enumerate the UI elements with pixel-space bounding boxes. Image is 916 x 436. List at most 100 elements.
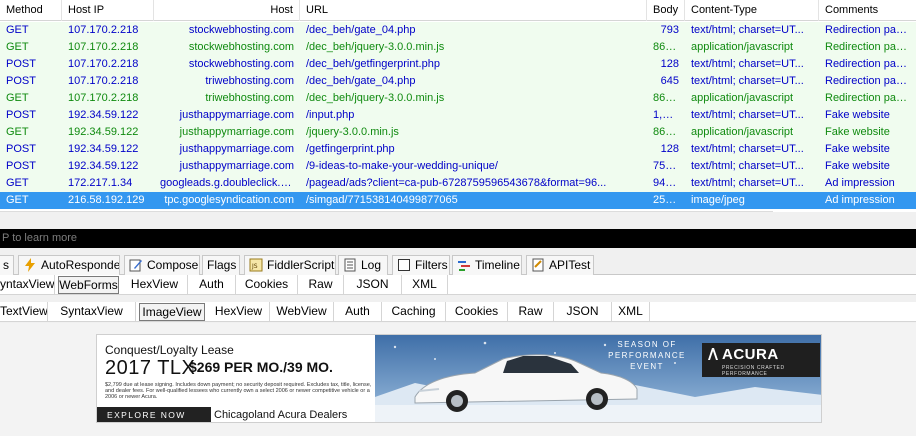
req-tab-cookies[interactable]: Cookies (236, 275, 298, 295)
column-header-host[interactable]: Host (154, 0, 300, 21)
table-row[interactable]: POST 107.170.2.218 triwebhosting.com/dec_b… (0, 73, 916, 90)
table-row[interactable]: GET 107.170.2.218 triwebhosting.com/dec_be… (0, 90, 916, 107)
checkbox-icon (397, 258, 411, 272)
column-header-method[interactable]: Method (0, 0, 62, 21)
cell-method: GET (6, 41, 29, 53)
tab-apitest[interactable]: APITest (526, 255, 594, 275)
cell-type: text/html; charset=UT... (691, 160, 804, 172)
cell-comment: Fake website (825, 126, 890, 138)
cell-ip: 192.34.59.122 (68, 126, 139, 138)
log-icon (343, 258, 357, 272)
banner-season-line2: PERFORMANCE (608, 351, 686, 360)
table-row[interactable]: POST 192.34.59.122 justhappymarriage.com/i… (0, 107, 916, 124)
req-tab-auth[interactable]: Auth (188, 275, 236, 295)
resp-tab-xml[interactable]: XML (612, 302, 650, 322)
cell-url: /dec_beh/gate_04.php (306, 75, 416, 87)
resp-tab-raw[interactable]: Raw (508, 302, 554, 322)
column-header-content-type[interactable]: Content-Type (685, 0, 819, 21)
cell-ip: 107.170.2.218 (68, 58, 139, 70)
column-header-comments[interactable]: Comments (819, 0, 916, 21)
cell-type: text/html; charset=UT... (691, 75, 804, 87)
req-tab-webforms[interactable]: WebForms (58, 276, 119, 294)
pencil-icon (129, 258, 143, 272)
banner-brand-name: ACURA (722, 346, 779, 363)
tab-label: Log (361, 258, 382, 272)
cell-body: 128 (660, 58, 679, 70)
timeline-icon (457, 258, 471, 272)
cell-url: /jquery-3.0.0.min.js (306, 126, 399, 138)
banner-season-line3: EVENT (630, 362, 664, 371)
cell-ip: 192.34.59.122 (68, 143, 139, 155)
cell-host: triwebhosting.com (205, 75, 294, 87)
banner-brand-tagline: PRECISION CRAFTED PERFORMANCE (722, 365, 785, 377)
grid-header: Method Host IP Host URL Body Content-Typ… (0, 0, 916, 21)
cell-comment: Redirection panel (825, 58, 911, 70)
cell-body: 128 (660, 143, 679, 155)
resp-tab-json[interactable]: JSON (554, 302, 612, 322)
sessions-grid[interactable]: Method Host IP Host URL Body Content-Typ… (0, 0, 916, 212)
cell-method: GET (6, 126, 29, 138)
resp-tab-cookies[interactable]: Cookies (446, 302, 508, 322)
cell-comment: Redirection panel (825, 75, 911, 87)
tab-flags[interactable]: Flags (202, 255, 240, 275)
column-header-host-ip[interactable]: Host IP (62, 0, 154, 21)
table-row[interactable]: POST 192.34.59.122 justhappymarriage.com/g… (0, 141, 916, 158)
svg-text:JS: JS (251, 263, 258, 270)
cell-url: /dec_beh/getfingerprint.php (306, 58, 440, 70)
req-tab-hexview[interactable]: HexView (122, 275, 188, 295)
cell-url: /dec_beh/gate_04.php (306, 24, 416, 36)
cell-url: /simgad/771538140499877065 (306, 194, 458, 206)
column-header-body[interactable]: Body (647, 0, 685, 21)
req-tab-xml[interactable]: XML (402, 275, 448, 295)
column-header-url[interactable]: URL (300, 0, 647, 21)
cell-url: /pagead/ads?client=ca-pub-67287595965436… (306, 177, 607, 189)
cell-url: /9-ideas-to-make-your-wedding-unique/ (306, 160, 498, 172)
cell-comment: Redirection panel (825, 92, 911, 104)
tab-composer[interactable]: Composer (124, 255, 200, 275)
resp-tab-syntaxview[interactable]: SyntaxView (48, 302, 136, 322)
tab-timeline[interactable]: Timeline (452, 255, 522, 275)
request-inspector-tabs: yntaxView WebForms HexView Auth Cookies … (0, 275, 916, 295)
cell-type: text/html; charset=UT... (691, 177, 804, 189)
table-row[interactable]: GET 107.170.2.218 stockwebhosting.com/dec_… (0, 39, 916, 56)
quickexec-bar[interactable]: P to learn more (0, 229, 916, 248)
cell-type: text/html; charset=UT... (691, 143, 804, 155)
table-row[interactable]: GET 172.217.1.34 googleads.g.doubleclick.n… (0, 175, 916, 192)
resp-tab-webview[interactable]: WebView (270, 302, 334, 322)
table-row[interactable]: GET 216.58.192.129 tpc.googlesyndication.c… (0, 192, 916, 209)
req-tab-json[interactable]: JSON (344, 275, 402, 295)
tab-label: Flags (207, 258, 237, 272)
cell-body: 94,425 (653, 177, 685, 189)
tab-fiddlerscript[interactable]: JS FiddlerScript (244, 255, 336, 275)
horizontal-scrollbar[interactable]: ⋮⋮⋮ (0, 211, 773, 212)
cell-method: POST (6, 143, 36, 155)
tab-inspectors[interactable]: s (0, 255, 14, 275)
resp-tab-imageview[interactable]: ImageView (139, 303, 205, 321)
resp-tab-caching[interactable]: Caching (382, 302, 446, 322)
cell-ip: 216.58.192.129 (68, 194, 145, 206)
resp-tab-hexview[interactable]: HexView (208, 302, 270, 322)
table-row[interactable]: POST 107.170.2.218 stockwebhosting.com/dec… (0, 56, 916, 73)
tab-filters[interactable]: Filters (392, 255, 450, 275)
req-tab-raw[interactable]: Raw (298, 275, 344, 295)
resp-tab-auth[interactable]: Auth (334, 302, 382, 322)
cell-ip: 107.170.2.218 (68, 24, 139, 36)
table-row[interactable]: POST 192.34.59.122 justhappymarriage.com/9… (0, 158, 916, 175)
table-row[interactable]: GET 192.34.59.122 justhappymarriage.com/jq… (0, 124, 916, 141)
req-tab-syntaxview[interactable]: yntaxView (0, 275, 55, 295)
tab-log[interactable]: Log (338, 255, 388, 275)
cell-body: 1,095 (653, 109, 681, 121)
table-row[interactable]: GET 107.170.2.218 stockwebhosting.com/dec_… (0, 22, 916, 39)
cell-comment: Fake website (825, 160, 890, 172)
tab-label: Filters (415, 258, 448, 272)
resp-tab-textview[interactable]: TextView (0, 302, 48, 322)
cell-host: justhappymarriage.com (179, 143, 294, 155)
cell-comment: Redirection panel (825, 24, 911, 36)
ad-banner-image: Conquest/Loyalty Lease 2017 TLX $269 PER… (96, 334, 822, 423)
cell-host: justhappymarriage.com (179, 126, 294, 138)
tab-autoresponder[interactable]: AutoResponder (18, 255, 120, 275)
cell-type: text/html; charset=UT... (691, 109, 804, 121)
cell-body: 86,341 (653, 126, 685, 138)
cell-url: /getfingerprint.php (306, 143, 395, 155)
banner-price: $269 PER MO./39 MO. (189, 359, 333, 375)
